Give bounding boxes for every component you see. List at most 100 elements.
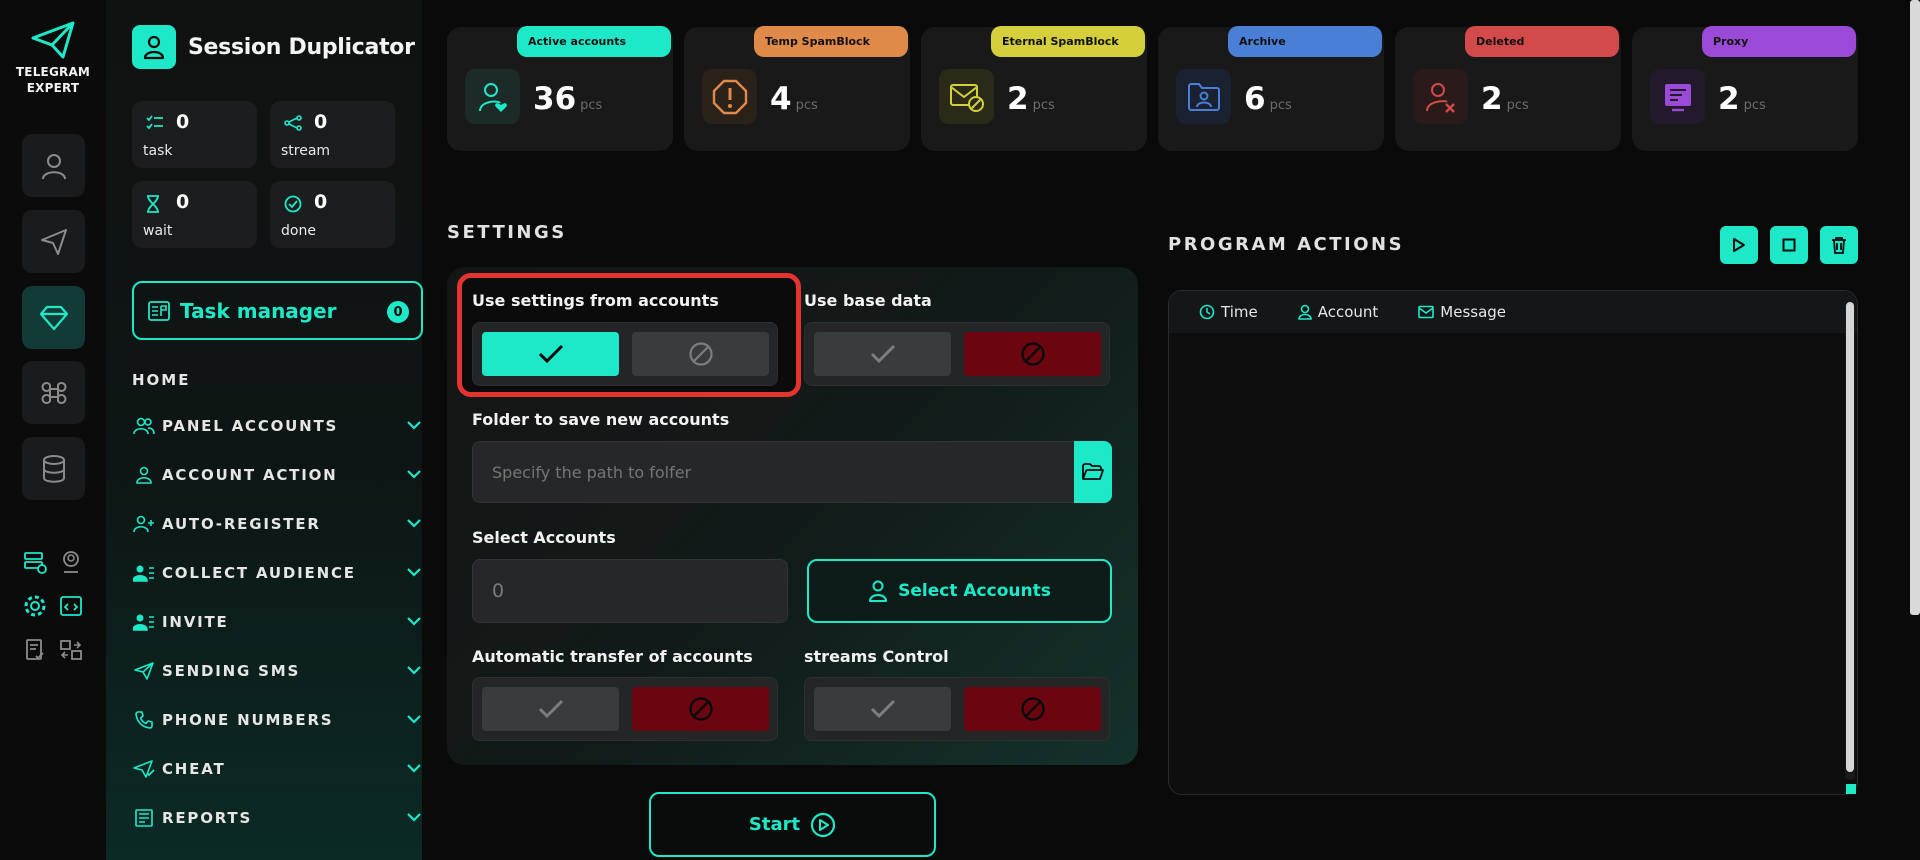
- nav-account-action[interactable]: ACCOUNT ACTION: [132, 460, 422, 490]
- chevron-down-icon: [407, 813, 421, 822]
- card-archive[interactable]: Archive 6 pcs: [1158, 26, 1384, 151]
- nav-sending-sms[interactable]: SENDING SMS: [132, 656, 422, 686]
- task-manager-button[interactable]: Task manager 0: [132, 281, 423, 340]
- card-value: 6: [1244, 81, 1266, 117]
- folder-browse-button[interactable]: [1074, 441, 1112, 503]
- play-icon: [1733, 238, 1745, 252]
- select-accounts-button[interactable]: Select Accounts: [807, 559, 1112, 623]
- task-manager-label: Task manager: [180, 298, 337, 323]
- use-base-no-button[interactable]: [964, 332, 1101, 376]
- use-settings-toggle: [472, 322, 778, 386]
- play-button[interactable]: [1720, 226, 1758, 264]
- list-icon: [146, 115, 163, 130]
- nav-collect-audience[interactable]: COLLECT AUDIENCE: [132, 558, 422, 588]
- streams-control-toggle: [804, 677, 1110, 741]
- card-value: 2: [1007, 81, 1029, 117]
- card-deleted[interactable]: Deleted 2 pcs: [1395, 26, 1621, 151]
- play-circle-icon: [810, 812, 836, 837]
- stat-value: 0: [314, 111, 328, 133]
- nav-invite[interactable]: INVITE: [132, 607, 422, 637]
- folder-path-input[interactable]: [472, 441, 1074, 503]
- user-remove-icon: [1413, 69, 1468, 124]
- mail-icon: [1418, 305, 1435, 319]
- task-board-icon: [148, 300, 170, 321]
- card-proxy[interactable]: Proxy 2 pcs: [1632, 26, 1858, 151]
- select-accounts-label: Select Accounts: [472, 528, 616, 547]
- resize-handle[interactable]: [1846, 784, 1856, 794]
- rail-database-button[interactable]: [22, 437, 85, 500]
- card-eternal-spamblock[interactable]: Eternal SpamBlock 2 pcs: [921, 26, 1147, 151]
- accounts-count-input[interactable]: 0: [472, 559, 788, 623]
- folder-open-icon: [1082, 463, 1104, 480]
- stat-value: 0: [314, 191, 328, 213]
- auto-transfer-yes-button[interactable]: [482, 687, 619, 731]
- streams-control-yes-button[interactable]: [814, 687, 951, 731]
- card-unit: pcs: [1506, 98, 1529, 113]
- nav-cheat[interactable]: CHEAT: [132, 754, 422, 784]
- rail-command-button[interactable]: [22, 361, 85, 424]
- brand-logo: TELEGRAM EXPERT: [0, 20, 106, 96]
- chevron-down-icon: [407, 666, 421, 675]
- nav-auto-register[interactable]: AUTO-REGISTER: [132, 509, 422, 539]
- auto-transfer-no-button[interactable]: [632, 687, 769, 731]
- mail-block-icon: [939, 69, 994, 124]
- card-temp-spamblock[interactable]: Temp SpamBlock 4 pcs: [684, 26, 910, 151]
- nav-label: ACCOUNT ACTION: [162, 466, 338, 484]
- diamond-icon: [39, 305, 68, 330]
- card-unit: pcs: [1743, 98, 1766, 113]
- program-actions-log[interactable]: Time Account Message: [1168, 290, 1858, 795]
- log-col-label: Time: [1221, 303, 1258, 321]
- nav-phone-numbers[interactable]: PHONE NUMBERS: [132, 705, 422, 735]
- code-window-icon[interactable]: [57, 592, 85, 620]
- gear-icon[interactable]: [21, 592, 49, 620]
- user-icon: [869, 580, 888, 602]
- settings-title: SETTINGS: [447, 222, 567, 243]
- rail-diamond-button[interactable]: [22, 286, 85, 349]
- nav-home[interactable]: HOME: [132, 371, 190, 389]
- nav-reports[interactable]: REPORTS: [132, 803, 422, 833]
- brand-line1: TELEGRAM: [15, 65, 91, 79]
- folder-user-icon: [1176, 69, 1231, 124]
- chevron-down-icon: [407, 715, 421, 724]
- document-check-icon[interactable]: [21, 636, 49, 664]
- card-badge: Temp SpamBlock: [754, 26, 908, 57]
- card-value: 4: [770, 81, 792, 117]
- transfer-icon[interactable]: [57, 636, 85, 664]
- block-icon: [1020, 342, 1045, 366]
- use-base-yes-button[interactable]: [814, 332, 951, 376]
- log-scrollbar[interactable]: [1846, 302, 1854, 772]
- log-col-account: Account: [1297, 303, 1379, 321]
- chevron-down-icon: [407, 568, 421, 577]
- start-button[interactable]: Start: [649, 792, 936, 857]
- nav-label: REPORTS: [162, 809, 253, 827]
- user-pin-icon[interactable]: [57, 548, 85, 576]
- server-settings-icon[interactable]: [21, 548, 49, 576]
- app-header: Session Duplicator: [132, 25, 415, 69]
- block-icon: [688, 697, 713, 721]
- check-icon: [538, 699, 563, 719]
- app-title: Session Duplicator: [188, 34, 415, 60]
- card-badge: Archive: [1228, 26, 1382, 57]
- task-manager-count: 0: [387, 301, 409, 323]
- streams-control-no-button[interactable]: [964, 687, 1101, 731]
- paper-plane-icon: [31, 21, 75, 59]
- nav-label: PANEL ACCOUNTS: [162, 417, 339, 435]
- database-icon: [42, 454, 65, 483]
- card-active-accounts[interactable]: Active accounts 36 pcs: [447, 26, 673, 151]
- card-badge: Deleted: [1465, 26, 1619, 57]
- stat-done: 0 done: [270, 181, 395, 248]
- user-add-icon: [132, 512, 156, 536]
- use-settings-yes-button[interactable]: [482, 332, 619, 376]
- clear-log-button[interactable]: [1820, 226, 1858, 264]
- use-settings-no-button[interactable]: [632, 332, 769, 376]
- stat-label: done: [281, 223, 316, 239]
- stop-button[interactable]: [1770, 226, 1808, 264]
- stat-value: 0: [176, 111, 190, 133]
- nav-panel-accounts[interactable]: PANEL ACCOUNTS: [132, 411, 422, 441]
- rail-profile-button[interactable]: [22, 134, 85, 197]
- rail-send-button[interactable]: [22, 210, 85, 273]
- log-col-label: Account: [1317, 303, 1379, 321]
- trash-icon: [1832, 237, 1846, 254]
- page-scrollbar[interactable]: [1910, 0, 1920, 615]
- app-logo: [132, 25, 176, 69]
